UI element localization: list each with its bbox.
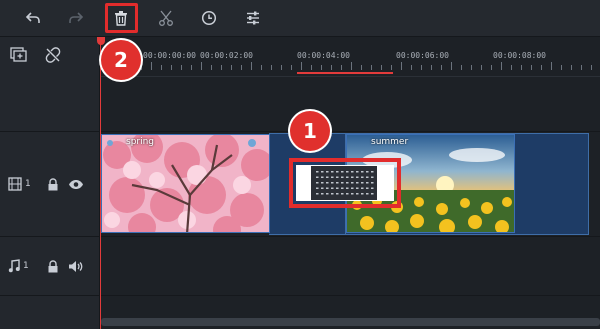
ruler-tick <box>391 65 392 70</box>
ruler-tick <box>421 65 422 70</box>
unlink-icon <box>45 47 61 63</box>
ruler-tick <box>301 62 302 70</box>
ruler-tick <box>181 65 182 70</box>
ruler-tick <box>141 65 142 70</box>
undo-button[interactable] <box>20 6 46 30</box>
add-track-button[interactable] <box>9 46 29 64</box>
add-track-icon <box>10 47 27 62</box>
ruler-tick <box>191 65 192 70</box>
ruler-tick <box>341 65 342 70</box>
lock-icon <box>48 177 58 190</box>
ruler-tick <box>281 65 282 70</box>
ruler-tick <box>381 65 382 70</box>
ruler-tick <box>171 65 172 70</box>
ruler-tick <box>461 65 462 70</box>
ruler-tick <box>501 62 502 70</box>
ruler-tick <box>351 62 352 70</box>
ruler-tick <box>431 65 432 70</box>
spring-thumbnail <box>102 135 269 232</box>
ruler-selection-marker <box>297 72 393 74</box>
ruler-tick <box>481 65 482 70</box>
ruler-tick <box>581 65 582 70</box>
ruler-tick <box>401 62 402 70</box>
ruler-tick <box>531 65 532 70</box>
ruler-tick <box>221 65 222 70</box>
audio-track[interactable] <box>101 237 600 295</box>
toolbar <box>0 0 600 37</box>
lock-icon <box>48 259 58 272</box>
row-divider <box>0 295 600 296</box>
ruler-tick <box>591 65 592 70</box>
clip-label-spring: spring <box>126 137 155 147</box>
timeline-scrollbar[interactable] <box>101 318 600 326</box>
ruler-tick <box>571 65 572 70</box>
transition-highlight <box>289 158 401 208</box>
ruler-tick <box>211 65 212 70</box>
unlink-button[interactable] <box>43 46 63 64</box>
cut-button[interactable] <box>153 6 179 30</box>
ruler-tick <box>331 65 332 70</box>
ruler-tick <box>161 65 162 70</box>
video-clip-spring[interactable]: spring <box>101 134 270 233</box>
sliders-icon <box>247 11 259 25</box>
clock-icon <box>201 10 217 26</box>
playhead[interactable] <box>100 37 101 329</box>
redo-icon <box>69 12 84 23</box>
playhead-handle[interactable] <box>97 37 105 45</box>
ruler-tick <box>541 65 542 70</box>
redo-button[interactable] <box>63 6 89 30</box>
ruler-label: 00:00:08:00 <box>493 51 546 60</box>
ruler-tick <box>321 65 322 70</box>
ruler-tick <box>441 65 442 70</box>
audio-mute-button[interactable] <box>68 259 84 273</box>
ruler-tick <box>521 65 522 70</box>
step-badge-1: 1 <box>290 111 330 151</box>
adjust-button[interactable] <box>240 6 266 30</box>
delete-highlight <box>105 3 138 33</box>
ruler-tick <box>151 62 152 70</box>
video-visibility-button[interactable] <box>68 177 84 191</box>
ruler-tick <box>411 65 412 70</box>
audio-track-number: 1 <box>23 261 29 271</box>
ruler-tick <box>361 65 362 70</box>
cut-icon <box>159 10 173 26</box>
ruler-label: 00:00:00:00 <box>143 51 196 60</box>
ruler-tick <box>371 65 372 70</box>
ruler-tick <box>451 62 452 70</box>
step-badge-2: 2 <box>101 40 141 80</box>
ruler-tick <box>241 65 242 70</box>
duration-button[interactable] <box>196 6 222 30</box>
speaker-icon <box>69 260 83 272</box>
ruler-label: 00:00:06:00 <box>396 51 449 60</box>
audio-lock-button[interactable] <box>46 259 60 273</box>
ruler-tick <box>251 62 252 70</box>
ruler-tick <box>511 65 512 70</box>
ruler-label: 00:00:04:00 <box>297 51 350 60</box>
ruler-tick <box>261 65 262 70</box>
ruler-tick <box>231 65 232 70</box>
ruler-tick <box>551 62 552 70</box>
video-lock-button[interactable] <box>46 177 60 191</box>
ruler-tick <box>311 65 312 70</box>
ruler-tick <box>201 62 202 70</box>
music-note-icon <box>8 259 20 273</box>
ruler-label: 00:00:02:00 <box>200 51 253 60</box>
undo-icon <box>25 12 40 23</box>
ruler-tick <box>471 65 472 70</box>
video-track-number: 1 <box>25 179 31 189</box>
ruler-tick <box>491 65 492 70</box>
ruler-tick <box>271 65 272 70</box>
eye-icon <box>69 179 83 189</box>
film-icon <box>8 177 22 191</box>
timeline-ruler[interactable]: 00:00:00:00 00:00:02:00 00:00:04:00 00:0… <box>101 37 600 77</box>
video-track-label: 1 <box>8 176 31 192</box>
ruler-tick <box>291 65 292 70</box>
ruler-tick <box>561 65 562 70</box>
audio-track-label: 1 <box>8 258 29 274</box>
clip-label-summer: summer <box>371 137 409 147</box>
